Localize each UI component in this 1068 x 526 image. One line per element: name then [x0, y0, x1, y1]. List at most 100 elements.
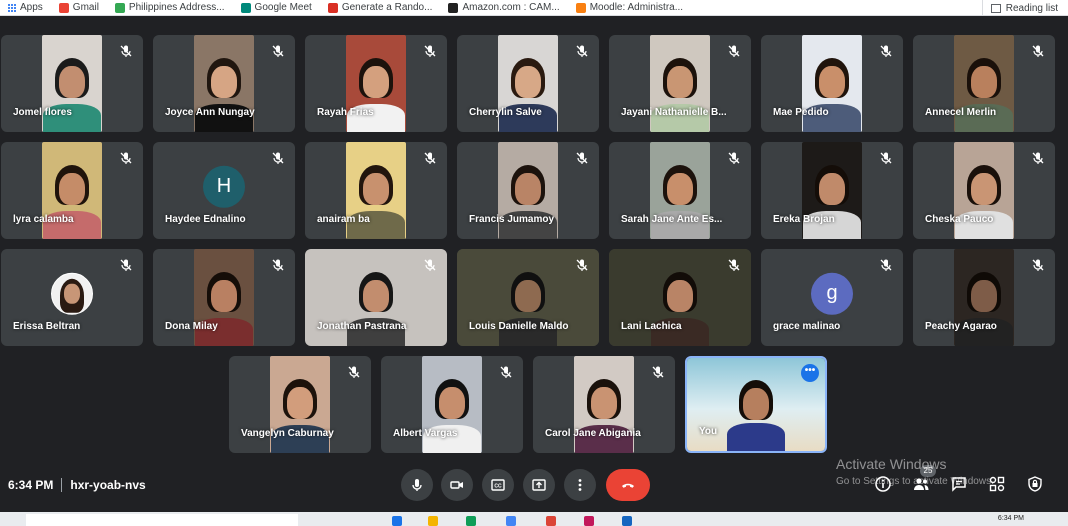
bookmark-item[interactable]: Amazon.com : CAM... [440, 2, 567, 13]
participant-tile[interactable]: H Haydee Ednalino [153, 142, 295, 239]
participant-tile[interactable]: Erissa Beltran [1, 249, 143, 346]
participant-tile[interactable]: Albert Vargas [381, 356, 523, 453]
bookmark-item[interactable]: Philippines Address... [107, 2, 233, 13]
taskbar-app-icon[interactable] [622, 516, 632, 526]
mic-off-icon [1031, 44, 1045, 58]
host-controls-button[interactable] [1026, 475, 1044, 493]
taskbar-app-icon[interactable] [506, 516, 516, 526]
mic-off-icon [575, 151, 589, 165]
captions-button[interactable]: CC [482, 469, 514, 501]
participant-name: Haydee Ednalino [165, 214, 246, 225]
participant-name: Peachy Agarao [925, 321, 997, 332]
participant-face [515, 66, 541, 99]
more-options-icon [578, 479, 582, 491]
end-call-button[interactable] [606, 469, 650, 501]
taskbar-search-box[interactable] [26, 514, 298, 526]
camera-button[interactable] [441, 469, 473, 501]
participant-tile[interactable]: Mae Pedido [761, 35, 903, 132]
participant-tile[interactable]: Carol Jane Abigania [533, 356, 675, 453]
mic-off-icon [727, 44, 741, 58]
participant-name: Sarah Jane Ante Es... [621, 214, 723, 225]
participant-tile[interactable]: lyra calamba [1, 142, 143, 239]
participant-name: Jayani Nathanielle B... [621, 107, 727, 118]
mic-off-icon [575, 44, 589, 58]
participant-face [971, 66, 997, 99]
mic-off-icon [271, 44, 285, 58]
divider [61, 478, 63, 492]
bookmark-item[interactable]: Google Meet [233, 2, 320, 13]
participant-tile[interactable]: Dona Milay [153, 249, 295, 346]
bookmark-item[interactable]: Gmail [51, 2, 107, 13]
participant-tile[interactable]: Jomel flores [1, 35, 143, 132]
participant-name: anairam ba [317, 214, 370, 225]
participant-tile[interactable]: Annecel Merlin [913, 35, 1055, 132]
taskbar-app-icon[interactable] [428, 516, 438, 526]
participant-tile[interactable]: Rayah Frias [305, 35, 447, 132]
participant-tile[interactable]: g grace malinao [761, 249, 903, 346]
participant-face [363, 280, 389, 313]
participant-face [591, 387, 617, 420]
end-call-icon [622, 483, 634, 488]
taskbar-clock: 6:34 PM [997, 515, 1024, 522]
participant-tile[interactable]: Cherrylin Salve [457, 35, 599, 132]
meeting-details[interactable]: 6:34 PM hxr-yoab-nvs [8, 478, 146, 492]
mic-off-icon [119, 151, 133, 165]
participant-face [819, 173, 845, 206]
activate-windows-watermark: Activate Windows Go to Settings to activ… [836, 456, 994, 487]
lock-icon [1028, 476, 1042, 492]
f-logo-icon [327, 2, 338, 13]
participant-name: Mae Pedido [773, 107, 829, 118]
tile-more-options-icon[interactable]: ••• [801, 364, 819, 382]
participant-tile[interactable]: Joyce Ann Nungay [153, 35, 295, 132]
microphone-button[interactable] [401, 469, 433, 501]
avatar-face [64, 283, 80, 304]
self-video-tile[interactable]: ••• You [685, 356, 827, 453]
mic-off-icon [119, 44, 133, 58]
participant-tile[interactable]: anairam ba [305, 142, 447, 239]
participant-face [439, 387, 465, 420]
participant-tile[interactable]: Louis Danielle Maldo [457, 249, 599, 346]
avatar-initial: H [203, 165, 245, 208]
participant-tile[interactable]: Jonathan Pastrana [305, 249, 447, 346]
participant-tile[interactable]: Vangelyn Caburnay [229, 356, 371, 453]
more-options-button[interactable] [564, 469, 596, 501]
reading-list-button[interactable]: Reading list [981, 0, 1058, 16]
participant-face [211, 280, 237, 313]
participant-tile[interactable]: Peachy Agarao [913, 249, 1055, 346]
taskbar-app-icon[interactable] [392, 516, 402, 526]
mic-off-icon [347, 365, 361, 379]
participant-name: Cheska Pauco [925, 214, 994, 225]
camera-icon [450, 481, 463, 489]
participant-face [971, 173, 997, 206]
mic-off-icon [271, 258, 285, 272]
participant-tile[interactable]: Ereka Brojan [761, 142, 903, 239]
participant-face [363, 173, 389, 206]
participant-tile[interactable]: Francis Jumamoy [457, 142, 599, 239]
mic-off-icon [119, 258, 133, 272]
bookmark-item[interactable]: Generate a Rando... [320, 2, 441, 13]
participant-tile[interactable]: Jayani Nathanielle B... [609, 35, 751, 132]
participant-face [743, 387, 769, 420]
participant-tile[interactable]: Cheska Pauco [913, 142, 1055, 239]
taskbar-app-icon[interactable] [546, 516, 556, 526]
participant-face [515, 173, 541, 206]
reading-list-icon [990, 3, 1001, 13]
bookmark-label: Generate a Rando... [341, 2, 433, 13]
bookmark-label: Philippines Address... [128, 2, 225, 13]
microphone-icon [412, 479, 422, 491]
participant-face [667, 66, 693, 99]
participant-name: Albert Vargas [393, 428, 458, 439]
participant-name: Louis Danielle Maldo [469, 321, 569, 332]
participant-tile[interactable]: Sarah Jane Ante Es... [609, 142, 751, 239]
mic-off-icon [651, 365, 665, 379]
participant-tile[interactable]: Lani Lachica [609, 249, 751, 346]
meeting-code: hxr-yoab-nvs [70, 478, 146, 492]
taskbar-app-icon[interactable] [584, 516, 594, 526]
taskbar-app-icon[interactable] [466, 516, 476, 526]
present-button[interactable] [523, 469, 555, 501]
present-icon [532, 479, 546, 491]
bookmark-item[interactable]: Apps [0, 2, 51, 13]
windows-taskbar: 6:34 PM [0, 512, 1068, 526]
participant-face [971, 280, 997, 313]
bookmark-item[interactable]: Moodle: Administra... [568, 2, 691, 13]
